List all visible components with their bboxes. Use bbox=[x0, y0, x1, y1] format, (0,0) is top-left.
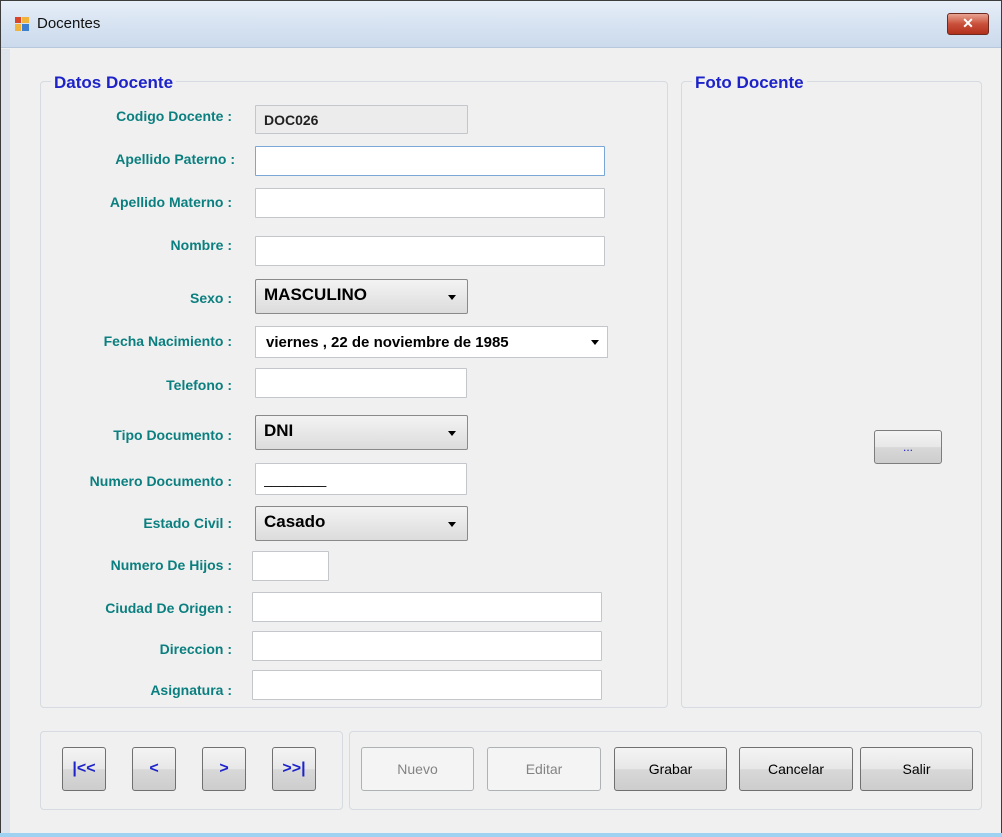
codigo-docente-field: DOC026 bbox=[255, 105, 468, 134]
numero-documento-input[interactable] bbox=[255, 463, 467, 495]
chevron-down-icon bbox=[448, 295, 456, 300]
last-record-label: >>| bbox=[282, 760, 306, 777]
label-tipo-documento: Tipo Documento : bbox=[113, 427, 232, 443]
chevron-down-icon bbox=[448, 431, 456, 436]
label-telefono: Telefono : bbox=[166, 377, 232, 393]
close-icon: ✕ bbox=[962, 15, 974, 31]
tipo-documento-value: DNI bbox=[264, 421, 294, 440]
nombre-input[interactable] bbox=[255, 236, 605, 266]
label-nombre: Nombre : bbox=[170, 237, 232, 253]
label-numero-hijos: Numero De Hijos : bbox=[110, 557, 232, 573]
cancelar-label: Cancelar bbox=[767, 761, 825, 777]
label-sexo: Sexo : bbox=[189, 290, 232, 306]
nuevo-label: Nuevo bbox=[397, 761, 438, 777]
foto-docente-legend: Foto Docente bbox=[692, 73, 807, 93]
label-apellido-paterno: Apellido Paterno : bbox=[115, 151, 235, 167]
apellido-materno-input[interactable] bbox=[255, 188, 605, 218]
telefono-input[interactable] bbox=[255, 368, 467, 398]
previous-record-button[interactable]: < bbox=[132, 747, 176, 791]
navigation-panel: |<< < > >>| bbox=[40, 731, 343, 810]
salir-button[interactable]: Salir bbox=[860, 747, 973, 791]
actions-panel: Nuevo Editar Grabar Cancelar Salir bbox=[349, 731, 982, 810]
fecha-nacimiento-picker[interactable]: viernes , 22 de noviembre de 1985 bbox=[255, 326, 608, 358]
first-record-button[interactable]: |<< bbox=[62, 747, 106, 791]
apellido-paterno-input[interactable] bbox=[255, 146, 605, 176]
first-record-label: |<< bbox=[72, 760, 96, 777]
app-icon bbox=[15, 17, 29, 31]
close-button[interactable]: ✕ bbox=[947, 13, 989, 35]
asignatura-input[interactable] bbox=[252, 670, 602, 700]
editar-button[interactable]: Editar bbox=[487, 747, 601, 791]
title-bar: Docentes ✕ bbox=[1, 1, 1001, 48]
ciudad-origen-input[interactable] bbox=[252, 592, 602, 622]
last-record-button[interactable]: >>| bbox=[272, 747, 316, 791]
sexo-select[interactable]: MASCULINO bbox=[255, 279, 468, 314]
salir-label: Salir bbox=[902, 761, 931, 777]
fecha-nacimiento-value: viernes , 22 de noviembre de 1985 bbox=[266, 334, 509, 351]
nuevo-button[interactable]: Nuevo bbox=[361, 747, 474, 791]
cancelar-button[interactable]: Cancelar bbox=[739, 747, 853, 791]
chevron-down-icon bbox=[448, 522, 456, 527]
browse-photo-button[interactable]: ... bbox=[874, 430, 942, 464]
direccion-input[interactable] bbox=[252, 631, 602, 661]
next-record-button[interactable]: > bbox=[202, 747, 246, 791]
label-direccion: Direccion : bbox=[159, 641, 232, 657]
label-numero-documento: Numero Documento : bbox=[89, 473, 232, 489]
grabar-label: Grabar bbox=[648, 761, 693, 777]
label-codigo: Codigo Docente : bbox=[116, 108, 232, 124]
editar-label: Editar bbox=[525, 761, 563, 777]
foto-docente-group: Foto Docente ... bbox=[681, 73, 982, 708]
label-asignatura: Asignatura : bbox=[150, 682, 232, 698]
window-title: Docentes bbox=[37, 15, 101, 32]
numero-hijos-input[interactable] bbox=[252, 551, 329, 581]
next-record-label: > bbox=[219, 760, 229, 777]
grabar-button[interactable]: Grabar bbox=[614, 747, 727, 791]
label-fecha-nacimiento: Fecha Nacimiento : bbox=[103, 333, 232, 349]
docentes-window: Docentes ✕ Datos Docente Codigo Docente … bbox=[0, 0, 1002, 837]
label-apellido-materno: Apellido Materno : bbox=[109, 194, 232, 210]
taskbar-edge bbox=[0, 833, 1002, 837]
window-left-border bbox=[1, 49, 10, 836]
sexo-value: MASCULINO bbox=[264, 285, 367, 304]
previous-record-label: < bbox=[149, 760, 159, 777]
browse-photo-label: ... bbox=[902, 440, 913, 454]
tipo-documento-select[interactable]: DNI bbox=[255, 415, 468, 450]
datos-docente-legend: Datos Docente bbox=[51, 73, 177, 93]
chevron-down-icon bbox=[591, 340, 599, 345]
estado-civil-select[interactable]: Casado bbox=[255, 506, 468, 541]
estado-civil-value: Casado bbox=[264, 512, 326, 531]
label-ciudad-origen: Ciudad De Origen : bbox=[105, 600, 232, 616]
label-estado-civil: Estado Civil : bbox=[143, 515, 232, 531]
